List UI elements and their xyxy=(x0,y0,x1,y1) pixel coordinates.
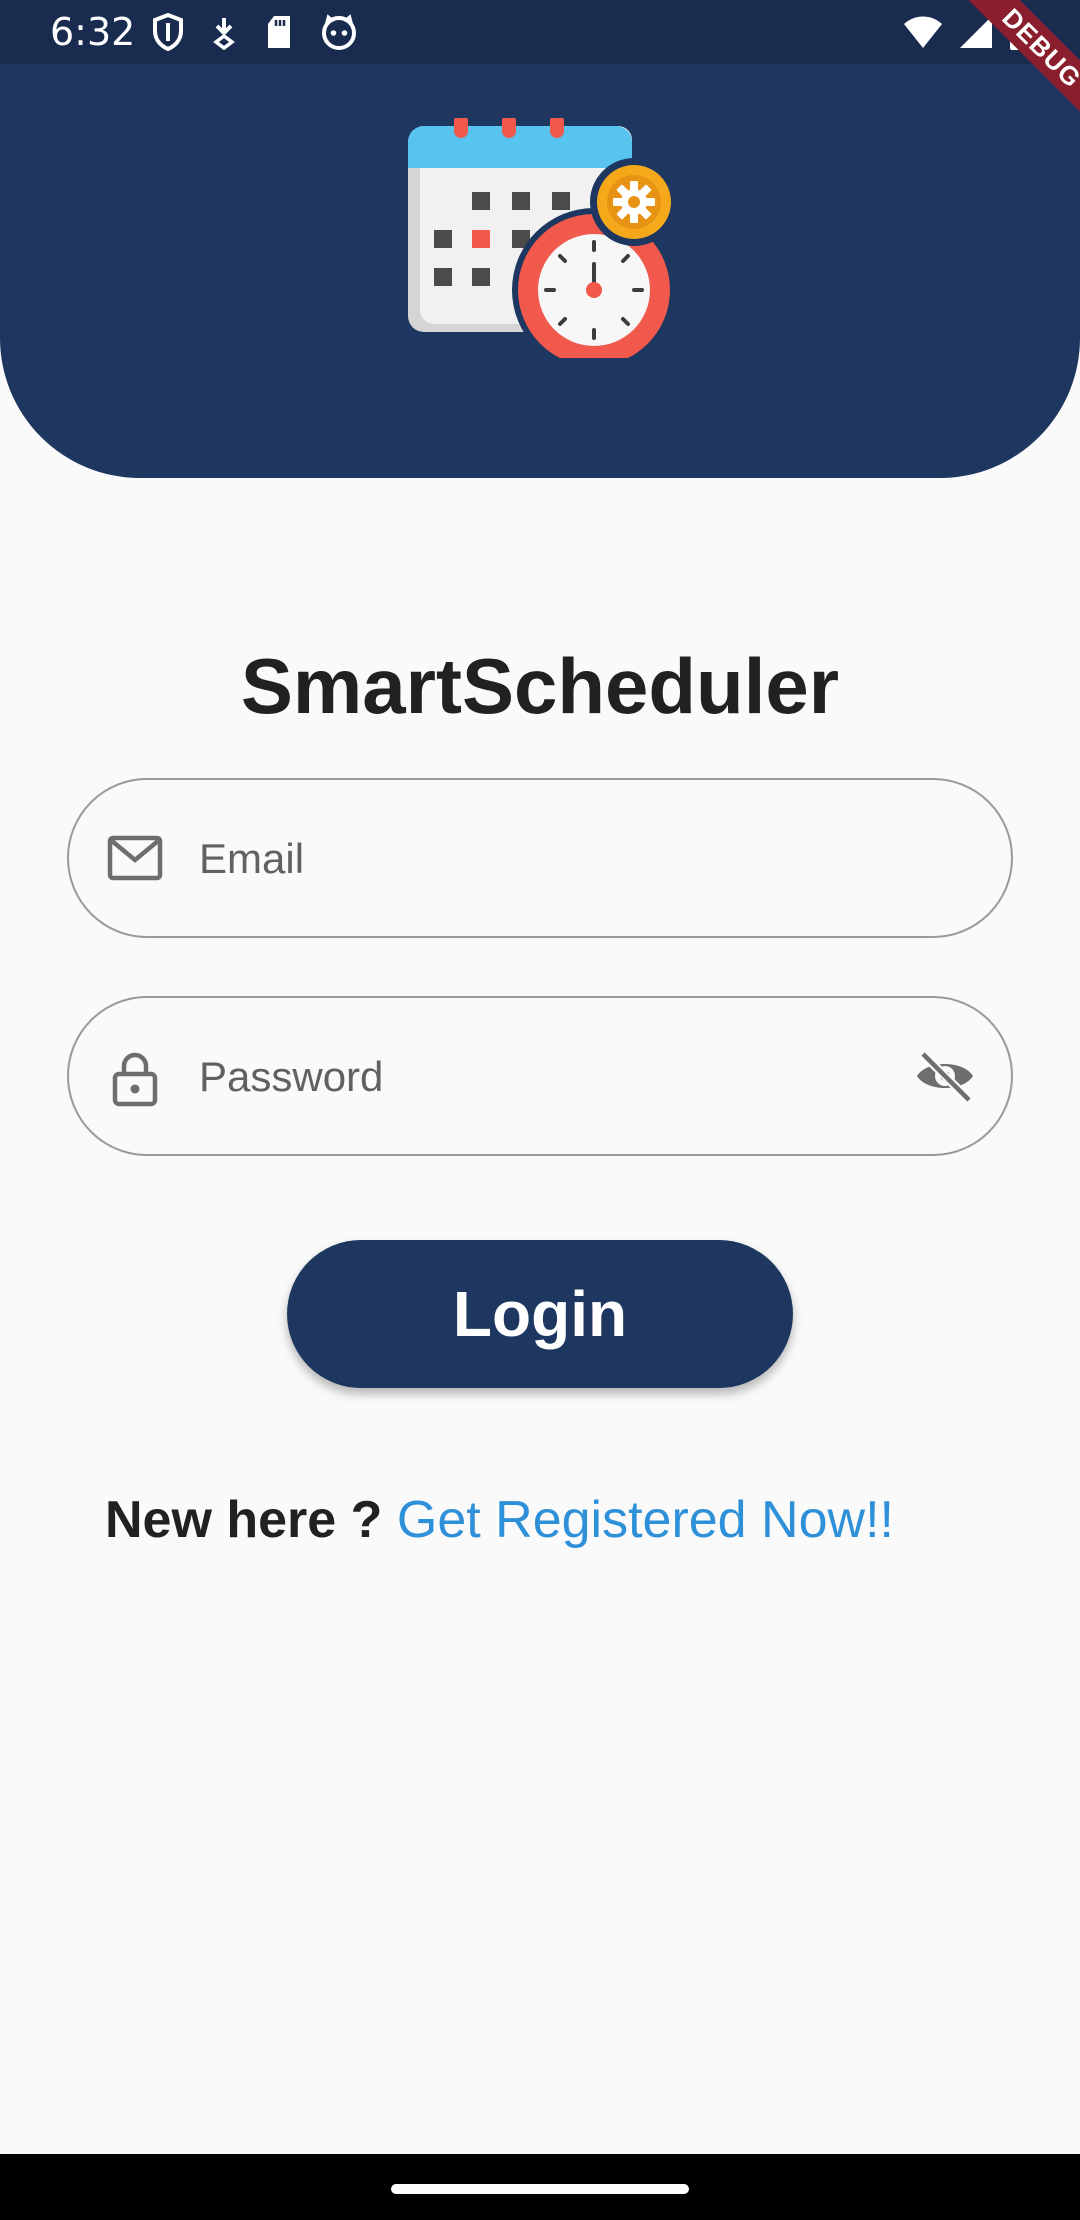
calendar-clock-icon xyxy=(404,114,678,372)
status-right-icons xyxy=(902,12,1030,52)
email-input[interactable] xyxy=(199,820,919,898)
download-icon xyxy=(210,12,238,52)
home-gesture-handle[interactable] xyxy=(391,2184,689,2194)
signal-icon xyxy=(958,12,994,52)
sd-card-icon xyxy=(264,12,294,52)
wifi-icon xyxy=(902,12,944,52)
status-bar: 6:32 xyxy=(0,0,1080,64)
app-title: SmartScheduler xyxy=(240,642,840,730)
navigation-bar xyxy=(0,2154,1080,2220)
status-time: 6:32 xyxy=(50,10,136,54)
password-input[interactable] xyxy=(199,1038,919,1116)
status-left-icons xyxy=(152,12,358,52)
register-row: New here ? Get Registered Now!! xyxy=(105,1488,894,1552)
header-banner: 6:32 xyxy=(0,0,1080,478)
cat-icon xyxy=(320,12,358,52)
shield-icon xyxy=(152,12,184,52)
register-link[interactable]: Get Registered Now!! xyxy=(397,1491,894,1549)
lock-icon xyxy=(105,1048,165,1113)
visibility-off-icon[interactable] xyxy=(913,1048,977,1109)
register-question: New here ? xyxy=(105,1491,383,1549)
login-button[interactable]: Login xyxy=(287,1240,793,1388)
battery-icon xyxy=(1008,12,1030,52)
mail-icon xyxy=(105,830,165,891)
email-field[interactable] xyxy=(67,778,1013,938)
password-field[interactable] xyxy=(67,996,1013,1156)
